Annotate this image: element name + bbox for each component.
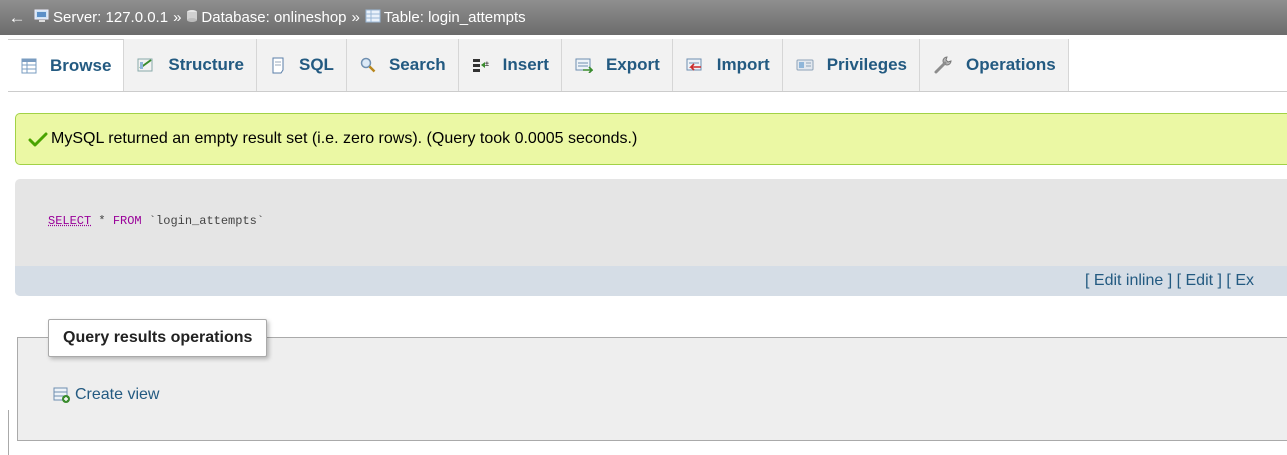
tab-structure[interactable]: Structure <box>124 39 257 91</box>
tab-import[interactable]: Import <box>672 39 783 91</box>
browse-table-icon <box>21 58 37 74</box>
tab-privileges[interactable]: Privileges <box>782 39 921 91</box>
breadcrumb-separator: » <box>351 9 360 26</box>
breadcrumb-server[interactable]: Server: 127.0.0.1 <box>34 9 168 27</box>
tab-search[interactable]: Search <box>346 39 459 91</box>
query-results-operations-legend: Query results operations <box>48 319 268 357</box>
import-icon <box>686 57 704 73</box>
sql-query-text: SELECT * FROM `login_attempts` <box>48 214 264 228</box>
table-icon <box>365 9 381 27</box>
sql-query-links: [ Edit inline ] [ Edit ] [ Ex <box>1085 272 1254 290</box>
breadcrumb-table-label: Table: login_attempts <box>383 9 526 26</box>
breadcrumb-separator: » <box>173 9 182 26</box>
wrench-icon <box>933 55 953 75</box>
sql-keyword-from: FROM <box>112 214 142 228</box>
tab-browse[interactable]: Browse <box>8 39 125 91</box>
tab-bar: Browse Structure SQL Search ± Insert Exp… <box>8 39 1287 91</box>
sql-star: * <box>91 214 113 228</box>
server-icon <box>34 9 50 27</box>
tab-label: SQL <box>299 55 334 74</box>
tab-operations[interactable]: Operations <box>920 39 1069 91</box>
tab-export[interactable]: Export <box>561 39 673 91</box>
sql-query-footer: [ Edit inline ] [ Edit ] [ Ex <box>15 266 1287 296</box>
edit-inline-link[interactable]: Edit inline <box>1094 272 1163 289</box>
sql-table-name: `login_attempts` <box>141 214 265 228</box>
tab-label: Insert <box>502 55 549 74</box>
breadcrumb-server-label: Server: 127.0.0.1 <box>53 9 169 26</box>
breadcrumb-database-label: Database: onlineshop <box>201 9 347 26</box>
tab-label: Privileges <box>826 55 908 74</box>
tab-label: Search <box>388 55 446 74</box>
tab-insert[interactable]: ± Insert <box>458 39 562 91</box>
sql-query-box: SELECT * FROM `login_attempts` [ Edit in… <box>15 179 1287 296</box>
magnifier-icon <box>360 57 376 73</box>
sql-document-icon <box>270 57 286 74</box>
explain-link[interactable]: Ex <box>1235 272 1254 289</box>
tab-label: Export <box>605 55 660 74</box>
bracket: ] [ <box>1163 272 1186 289</box>
database-icon <box>186 9 198 27</box>
tab-label: Structure <box>168 55 244 74</box>
insert-row-icon: ± <box>472 57 490 73</box>
arrow-left-icon[interactable]: ← <box>0 8 34 28</box>
breadcrumb-bar: ← Server: 127.0.0.1 » Database: onlinesh… <box>0 0 1287 35</box>
tab-divider <box>8 91 1287 92</box>
bracket: ] [ <box>1213 272 1236 289</box>
sql-keyword-select[interactable]: SELECT <box>48 214 91 228</box>
success-message: MySQL returned an empty result set (i.e.… <box>15 113 1287 165</box>
bracket: [ <box>1085 272 1094 289</box>
privileges-icon <box>796 58 814 72</box>
tab-label: Operations <box>966 55 1056 74</box>
tab-label: Import <box>716 55 770 74</box>
create-view-icon <box>53 387 71 404</box>
export-icon <box>575 57 593 73</box>
tab-label: Browse <box>50 55 112 75</box>
create-view-link[interactable]: Create view <box>53 386 159 404</box>
check-icon <box>28 131 48 147</box>
create-view-label: Create view <box>75 386 160 403</box>
tab-sql[interactable]: SQL <box>257 39 347 91</box>
svg-text:±: ± <box>485 61 489 68</box>
success-message-text: MySQL returned an empty result set (i.e.… <box>51 130 638 147</box>
structure-icon <box>137 57 155 73</box>
edit-link[interactable]: Edit <box>1186 272 1214 289</box>
breadcrumb-database[interactable]: Database: onlineshop <box>186 9 347 27</box>
content-left-border <box>8 410 9 455</box>
breadcrumb-table[interactable]: Table: login_attempts <box>365 9 526 27</box>
